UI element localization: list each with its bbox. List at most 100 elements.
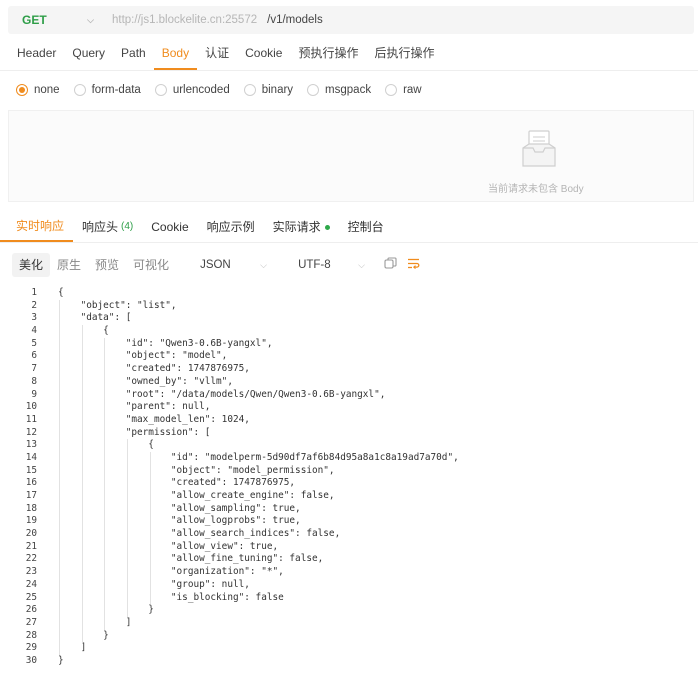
code-text: "object": "model",: [58, 350, 228, 362]
tab-3[interactable]: Body: [153, 38, 198, 70]
indent-guide: [81, 325, 83, 643]
tab-7[interactable]: 后执行操作: [366, 38, 442, 70]
line-number: 8: [31, 375, 37, 387]
line-number: 24: [25, 578, 37, 590]
body-type-radio-group: none form-data urlencoded binary msgpack raw: [16, 84, 436, 96]
radio-msgpack[interactable]: msgpack: [307, 84, 371, 96]
view-mode-button[interactable]: 美化: [12, 253, 51, 277]
code-text: "created": 1747876975,: [58, 477, 296, 489]
radio-label: urlencoded: [172, 84, 230, 96]
indent-guide: [59, 299, 60, 656]
response-tab-label: Cookie: [151, 220, 189, 234]
body-empty-area: [8, 110, 694, 202]
radio-label: binary: [261, 84, 294, 96]
line-number: 25: [25, 591, 37, 603]
response-tab-1[interactable]: 响应头 (4): [73, 212, 142, 242]
code-line: 30}: [0, 655, 698, 668]
code-line: 2 "object": "list",: [0, 300, 698, 313]
radio-urlencoded[interactable]: urlencoded: [154, 84, 230, 96]
line-number: 18: [25, 502, 37, 514]
method-select[interactable]: GET ⌵: [8, 6, 100, 34]
radio-none[interactable]: none: [16, 84, 60, 96]
method-label: GET: [22, 13, 47, 27]
chevron-down-icon: ⌵: [358, 259, 365, 270]
view-mode-button[interactable]: 可视化: [126, 253, 176, 277]
code-text: }: [58, 629, 109, 641]
code-text: {: [58, 439, 154, 451]
code-text: "allow_search_indices": false,: [58, 528, 341, 540]
view-mode-button[interactable]: 原生: [50, 253, 88, 277]
radio-raw[interactable]: raw: [385, 84, 422, 96]
response-tab-label: 实时响应: [16, 219, 65, 233]
response-tab-5[interactable]: 控制台: [339, 212, 393, 242]
line-number: 22: [25, 553, 37, 565]
url-input[interactable]: http://js1.blockelite.cn:25572 /v1/model…: [100, 14, 323, 26]
tab-4[interactable]: 认证: [197, 38, 237, 70]
encoding-select[interactable]: UTF-8 ⌵: [298, 253, 378, 277]
response-tab-0[interactable]: 实时响应: [0, 212, 74, 242]
code-text: "allow_create_engine": false,: [58, 490, 335, 501]
tab-0[interactable]: Header: [0, 38, 64, 70]
wrap-icon[interactable]: [407, 257, 420, 273]
empty-body-text: 当前请求未包含 Body: [488, 184, 584, 195]
radio-label: form-data: [91, 84, 141, 96]
code-line: 3 "data": [: [0, 312, 698, 325]
radio-label: msgpack: [325, 84, 372, 96]
code-text: "allow_view": true,: [58, 540, 279, 552]
line-number: 26: [25, 604, 37, 616]
line-number: 23: [25, 566, 37, 578]
indent-guide: [104, 337, 106, 630]
code-text: }: [58, 604, 154, 616]
tab-1[interactable]: Query: [64, 38, 113, 70]
code-line: 29 ]: [0, 642, 698, 655]
view-mode-button[interactable]: 预览: [88, 253, 126, 277]
code-line: 28 }: [0, 630, 698, 643]
format-value: JSON: [200, 259, 231, 271]
code-text: {: [58, 325, 109, 337]
code-text: "max_model_len": 1024,: [58, 413, 250, 425]
radio-binary[interactable]: binary: [243, 84, 294, 96]
line-number: 6: [31, 350, 37, 362]
line-number: 7: [31, 363, 37, 375]
radio-label: none: [34, 84, 60, 96]
divider: [0, 242, 698, 243]
code-text: "organization": "*",: [58, 566, 284, 578]
chevron-down-icon: ⌵: [260, 259, 267, 270]
divider: [0, 70, 698, 71]
line-number: 13: [25, 439, 37, 451]
response-tab-3[interactable]: 响应示例: [198, 212, 264, 242]
line-number: 12: [25, 426, 37, 438]
response-body-viewer[interactable]: 1{2 "object": "list", 3 "data": [4 {5 "id…: [0, 287, 698, 668]
tab-5[interactable]: Cookie: [237, 38, 290, 70]
line-number: 2: [31, 299, 37, 311]
response-tab-2[interactable]: Cookie: [142, 212, 197, 242]
url-path: /v1/models: [267, 14, 323, 26]
code-text: }: [58, 654, 64, 666]
line-number: 11: [25, 413, 37, 425]
url-bar: GET ⌵ http://js1.blockelite.cn:25572 /v1…: [8, 6, 694, 34]
line-number: 29: [25, 642, 37, 654]
tab-2[interactable]: Path: [113, 38, 154, 70]
code-line: 1{: [0, 287, 698, 300]
radio-form-data[interactable]: form-data: [73, 84, 141, 96]
response-tab-label: 响应头: [82, 220, 119, 234]
status-dot-icon: [324, 224, 330, 230]
response-tab-4[interactable]: 实际请求: [264, 212, 339, 242]
code-text: "is_blocking": false: [58, 591, 284, 603]
response-tab-label: 实际请求: [272, 220, 321, 234]
line-number: 14: [25, 451, 37, 463]
format-select[interactable]: JSON ⌵: [200, 253, 278, 277]
code-text: ]: [58, 642, 87, 654]
code-text: {: [58, 287, 64, 298]
copy-icon[interactable]: [384, 257, 397, 273]
line-number: 28: [25, 629, 37, 641]
line-number: 19: [25, 515, 37, 527]
code-text: "id": "Qwen3-0.6B-yangxl",: [58, 337, 273, 349]
code-text: ]: [58, 616, 132, 628]
tab-6[interactable]: 预执行操作: [290, 38, 366, 70]
code-line: 4 {: [0, 325, 698, 338]
code-text: "allow_logprobs": true,: [58, 515, 301, 527]
code-text: "owned_by": "vllm",: [58, 375, 233, 387]
radio-circle: [307, 84, 320, 96]
code-text: "object": "model_permission",: [58, 464, 335, 476]
